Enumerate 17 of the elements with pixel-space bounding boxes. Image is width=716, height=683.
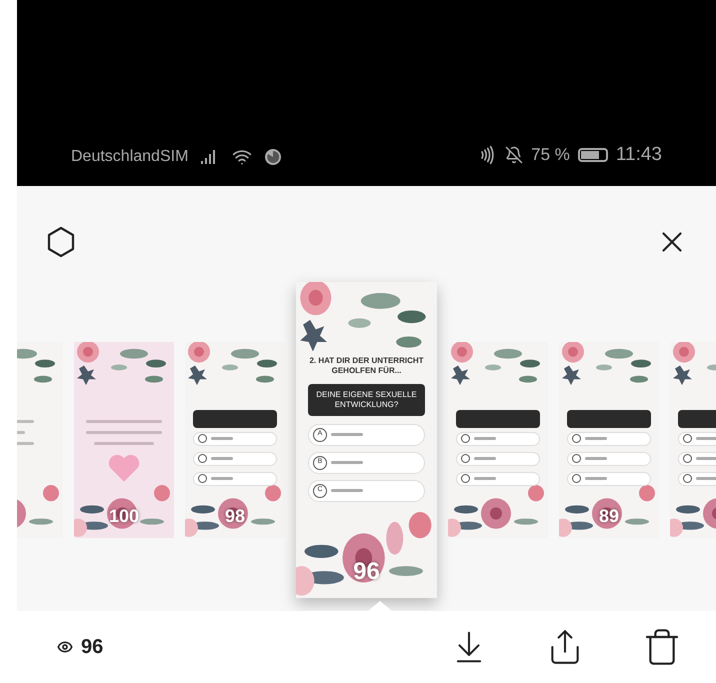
story-number: 96 — [353, 556, 380, 586]
story-thumbnail[interactable] — [448, 342, 548, 538]
question-bar: DEINE EIGENE SEXUELLE ENTWICKLUNG? — [308, 384, 425, 416]
viewer-count: 96 — [81, 635, 104, 660]
story-thumbnail[interactable]: 98 — [185, 342, 285, 538]
bell-off-icon — [505, 146, 524, 164]
battery-icon — [578, 148, 608, 162]
carrier-name: DeutschlandSIM — [71, 147, 188, 167]
heart-icon — [107, 452, 141, 482]
story-number: 98 — [224, 504, 246, 528]
clock-time: 11:43 — [616, 142, 662, 166]
story-heading: 2. HAT DIR DER UNTERRICHT GEHOLFEN FÜR... — [308, 356, 425, 376]
eye-icon — [57, 639, 73, 655]
story-number: 89 — [598, 504, 620, 528]
timer-icon — [264, 148, 282, 166]
battery-percent: 75 % — [531, 144, 570, 166]
story-thumbnail[interactable]: 89 — [559, 342, 659, 538]
